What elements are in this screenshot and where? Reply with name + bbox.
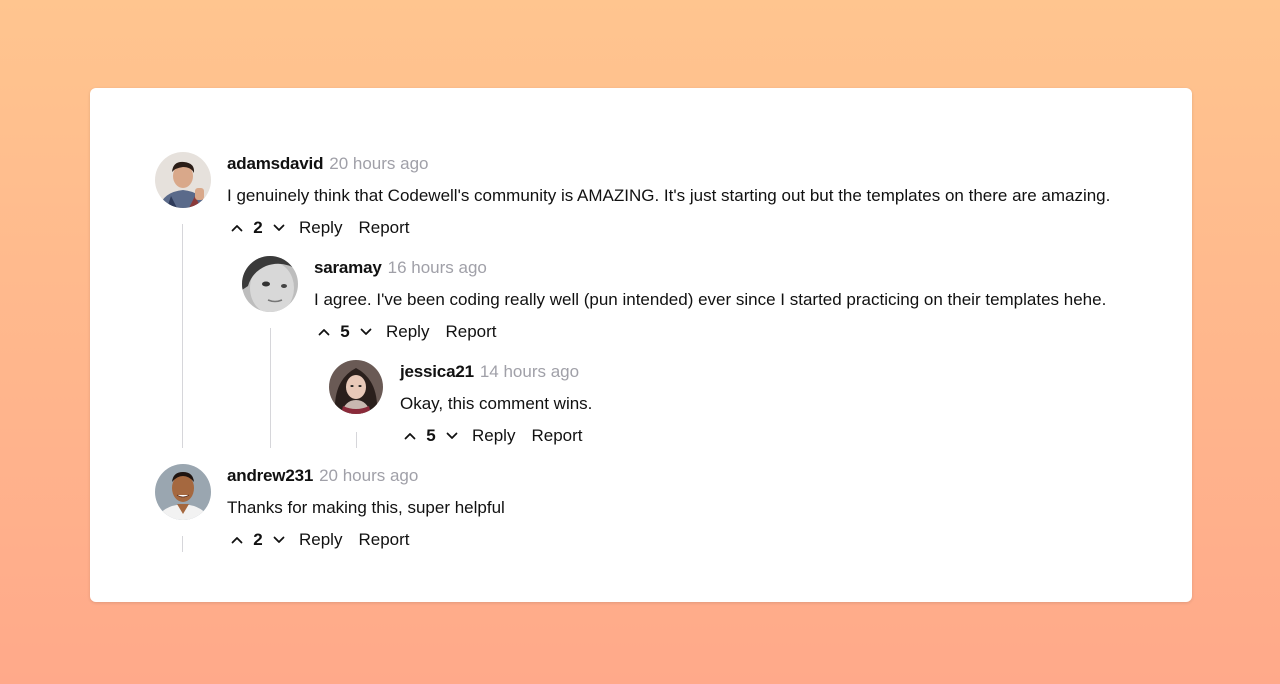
chevron-down-icon <box>273 536 285 543</box>
timestamp: 20 hours ago <box>319 466 419 485</box>
avatar[interactable] <box>155 464 211 520</box>
comment-text: I genuinely think that Codewell's commun… <box>227 186 1111 205</box>
downvote-button[interactable] <box>269 528 289 552</box>
reply-button[interactable]: Reply <box>299 216 342 240</box>
username[interactable]: andrew231 <box>227 466 313 485</box>
thread-line <box>182 224 183 448</box>
downvote-button[interactable] <box>269 216 289 240</box>
upvote-button[interactable] <box>227 216 247 240</box>
comment-text: Okay, this comment wins. <box>400 394 593 413</box>
comment-text: Thanks for making this, super helpful <box>227 498 505 517</box>
avatar[interactable] <box>155 152 211 208</box>
chevron-up-icon <box>318 329 330 336</box>
comment-text: I agree. I've been coding really well (p… <box>314 290 1107 309</box>
username[interactable]: adamsdavid <box>227 154 323 173</box>
downvote-button[interactable] <box>356 320 376 344</box>
comment-actions: 5 Reply Report <box>314 320 1106 344</box>
avatar[interactable] <box>242 256 298 312</box>
comments-card: adamsdavid 20 hours ago I genuinely think… <box>90 88 1192 602</box>
vote-count: 2 <box>253 530 263 549</box>
chevron-down-icon <box>446 432 458 439</box>
comment-actions: 2 Reply Report <box>227 528 505 552</box>
upvote-button[interactable] <box>314 320 334 344</box>
upvote-button[interactable] <box>227 528 247 552</box>
reply-button[interactable]: Reply <box>299 528 342 552</box>
avatar[interactable] <box>329 360 383 414</box>
comment-actions: 5 Reply Report <box>400 424 592 448</box>
timestamp: 16 hours ago <box>387 258 487 277</box>
upvote-button[interactable] <box>400 424 420 448</box>
chevron-down-icon <box>360 328 372 335</box>
comment-actions: 2 Reply Report <box>227 216 1110 240</box>
vote-count: 5 <box>340 322 350 341</box>
vote-count: 2 <box>253 218 263 237</box>
report-button[interactable]: Report <box>531 424 582 448</box>
report-button[interactable]: Report <box>445 320 496 344</box>
username[interactable]: saramay <box>314 258 382 277</box>
thread-line <box>270 328 271 448</box>
chevron-down-icon <box>273 224 285 231</box>
reply-button[interactable]: Reply <box>472 424 515 448</box>
report-button[interactable]: Report <box>358 216 409 240</box>
chevron-up-icon <box>231 225 243 232</box>
timestamp: 14 hours ago <box>479 362 580 381</box>
report-button[interactable]: Report <box>358 528 409 552</box>
downvote-button[interactable] <box>442 424 462 448</box>
thread-line <box>356 432 357 448</box>
vote-count: 5 <box>426 426 436 445</box>
username[interactable]: jessica21 <box>400 362 474 381</box>
timestamp: 20 hours ago <box>329 154 429 173</box>
chevron-up-icon <box>231 537 243 544</box>
thread-line <box>182 536 183 552</box>
chevron-up-icon <box>404 433 416 440</box>
reply-button[interactable]: Reply <box>386 320 429 344</box>
